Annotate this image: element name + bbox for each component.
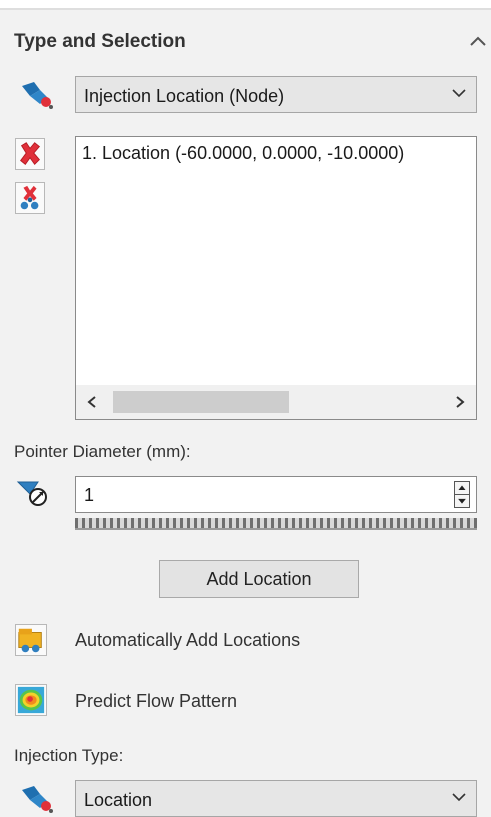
injection-type-dropdown[interactable]: Location (75, 780, 477, 817)
delete-all-locations-button[interactable] (15, 182, 45, 214)
scroll-right-arrow-icon[interactable] (454, 395, 466, 409)
injection-node-icon (22, 82, 53, 109)
section-title: Type and Selection (14, 31, 186, 52)
auto-add-locations-icon (18, 628, 42, 653)
scrollbar-thumb[interactable] (113, 391, 289, 413)
panel-divider (0, 8, 491, 10)
selection-type-dropdown[interactable]: Injection Location (Node) (75, 76, 477, 113)
injection-type-value: Location (84, 790, 153, 810)
pointer-diameter-value: 1 (84, 485, 95, 505)
chevron-down-icon (452, 793, 466, 802)
spin-up-icon[interactable] (455, 482, 469, 495)
scroll-left-arrow-icon[interactable] (86, 395, 98, 409)
spin-control[interactable] (454, 481, 470, 508)
delete-location-button[interactable] (15, 138, 45, 170)
chevron-down-icon (452, 89, 466, 98)
list-item[interactable]: 1. Location (-60.0000, 0.0000, -10.0000) (82, 143, 404, 164)
injection-type-icon (22, 786, 53, 813)
pointer-diameter-label: Pointer Diameter (mm): (14, 442, 191, 461)
pointer-diameter-input[interactable]: 1 (75, 476, 477, 513)
panel-top-strip (0, 0, 491, 8)
predict-flow-icon (17, 686, 45, 714)
predict-flow-pattern-button[interactable] (15, 684, 47, 716)
auto-add-locations-button[interactable] (15, 624, 47, 656)
injection-type-label: Injection Type: (14, 746, 124, 765)
horizontal-scrollbar[interactable] (76, 385, 476, 419)
delete-icon (20, 142, 41, 165)
selection-type-value: Injection Location (Node) (84, 86, 285, 106)
delete-all-icon (20, 185, 39, 210)
pointer-diameter-slider[interactable] (75, 518, 477, 530)
collapse-chevron-icon[interactable] (468, 33, 488, 49)
predict-flow-pattern-label[interactable]: Predict Flow Pattern (75, 691, 237, 712)
auto-add-locations-label[interactable]: Automatically Add Locations (75, 630, 300, 651)
spin-down-icon[interactable] (455, 495, 469, 508)
pointer-diameter-icon (16, 481, 47, 506)
locations-list[interactable]: 1. Location (-60.0000, 0.0000, -10.0000) (75, 136, 477, 420)
add-location-button[interactable]: Add Location (159, 560, 359, 598)
